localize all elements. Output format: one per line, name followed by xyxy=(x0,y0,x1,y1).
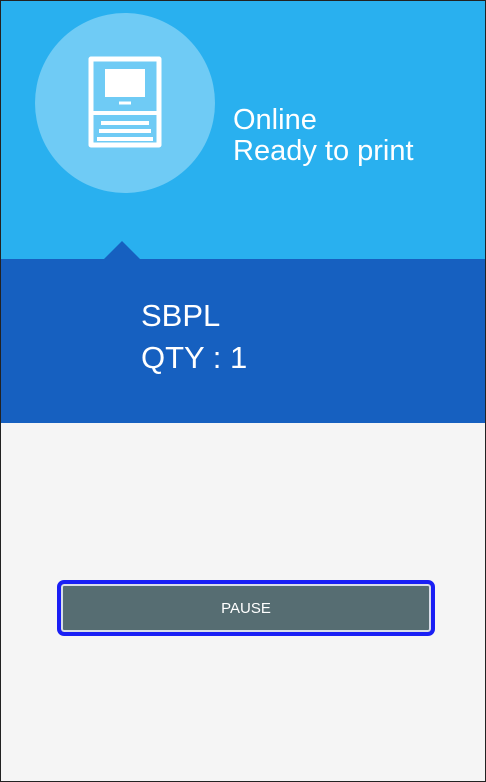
printer-status-badge xyxy=(35,13,215,193)
status-line-ready: Ready to print xyxy=(233,135,414,167)
job-text: SBPL QTY : 1 xyxy=(141,295,247,379)
job-quantity: QTY : 1 xyxy=(141,340,248,375)
status-line-online: Online xyxy=(233,104,317,136)
job-info-panel: SBPL QTY : 1 xyxy=(1,259,485,423)
pause-button-label: PAUSE xyxy=(221,599,271,617)
status-text: Online Ready to print xyxy=(233,105,414,167)
panel-pointer xyxy=(103,241,141,260)
pause-button[interactable]: PAUSE xyxy=(57,580,435,636)
content-area: PAUSE xyxy=(1,423,485,781)
printer-status-panel: Online Ready to print xyxy=(1,1,485,260)
app-screen: Online Ready to print SBPL QTY : 1 PAUSE xyxy=(0,0,486,782)
job-language: SBPL xyxy=(141,298,221,333)
printer-icon xyxy=(88,56,162,148)
